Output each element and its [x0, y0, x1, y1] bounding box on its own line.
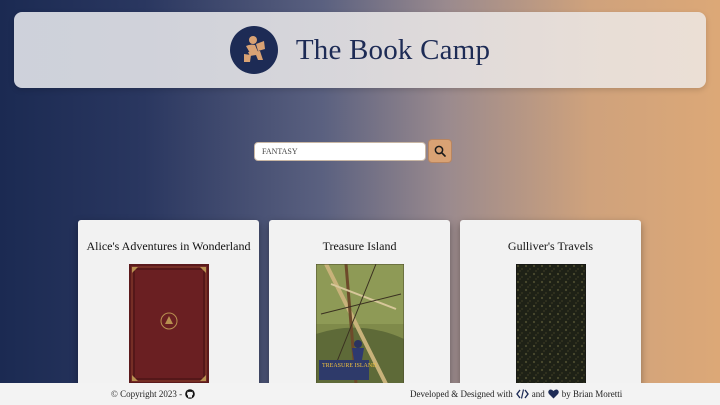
book-card[interactable]: Alice's Adventures in Wonderland	[78, 220, 259, 395]
copyright: © Copyright 2023 -	[111, 389, 198, 399]
book-title: Alice's Adventures in Wonderland	[86, 239, 251, 253]
site-footer: © Copyright 2023 - Developed & Designed …	[0, 383, 720, 405]
search-input[interactable]	[254, 141, 426, 161]
cover-text: TREASURE ISLAND	[322, 363, 377, 369]
credit-suffix: by Brian Moretti	[561, 389, 623, 399]
book-cover-image[interactable]	[129, 264, 209, 389]
copyright-text: © Copyright 2023 -	[111, 389, 183, 399]
book-card[interactable]: Gulliver's Travels	[460, 220, 641, 395]
github-icon[interactable]	[185, 389, 195, 399]
book-title: Treasure Island	[322, 239, 397, 253]
search-icon	[434, 145, 446, 157]
reading-person-icon[interactable]	[229, 26, 278, 74]
book-cover-image[interactable]: TREASURE ISLAND	[315, 263, 405, 389]
book-card[interactable]: Treasure Island TREASURE ISLAND	[269, 220, 450, 395]
book-title: Gulliver's Travels	[507, 239, 594, 253]
search-bar	[254, 139, 452, 163]
search-button[interactable]	[428, 139, 452, 163]
credits: Developed & Designed with and by Brian M…	[410, 389, 622, 399]
site-header: The Book Camp	[14, 12, 706, 88]
book-cover-image[interactable]	[515, 263, 587, 389]
heart-icon	[547, 389, 559, 399]
code-icon	[515, 389, 529, 399]
site-title: The Book Camp	[295, 33, 491, 66]
credit-prefix: Developed & Designed with	[410, 389, 513, 399]
credit-and: and	[531, 389, 545, 399]
